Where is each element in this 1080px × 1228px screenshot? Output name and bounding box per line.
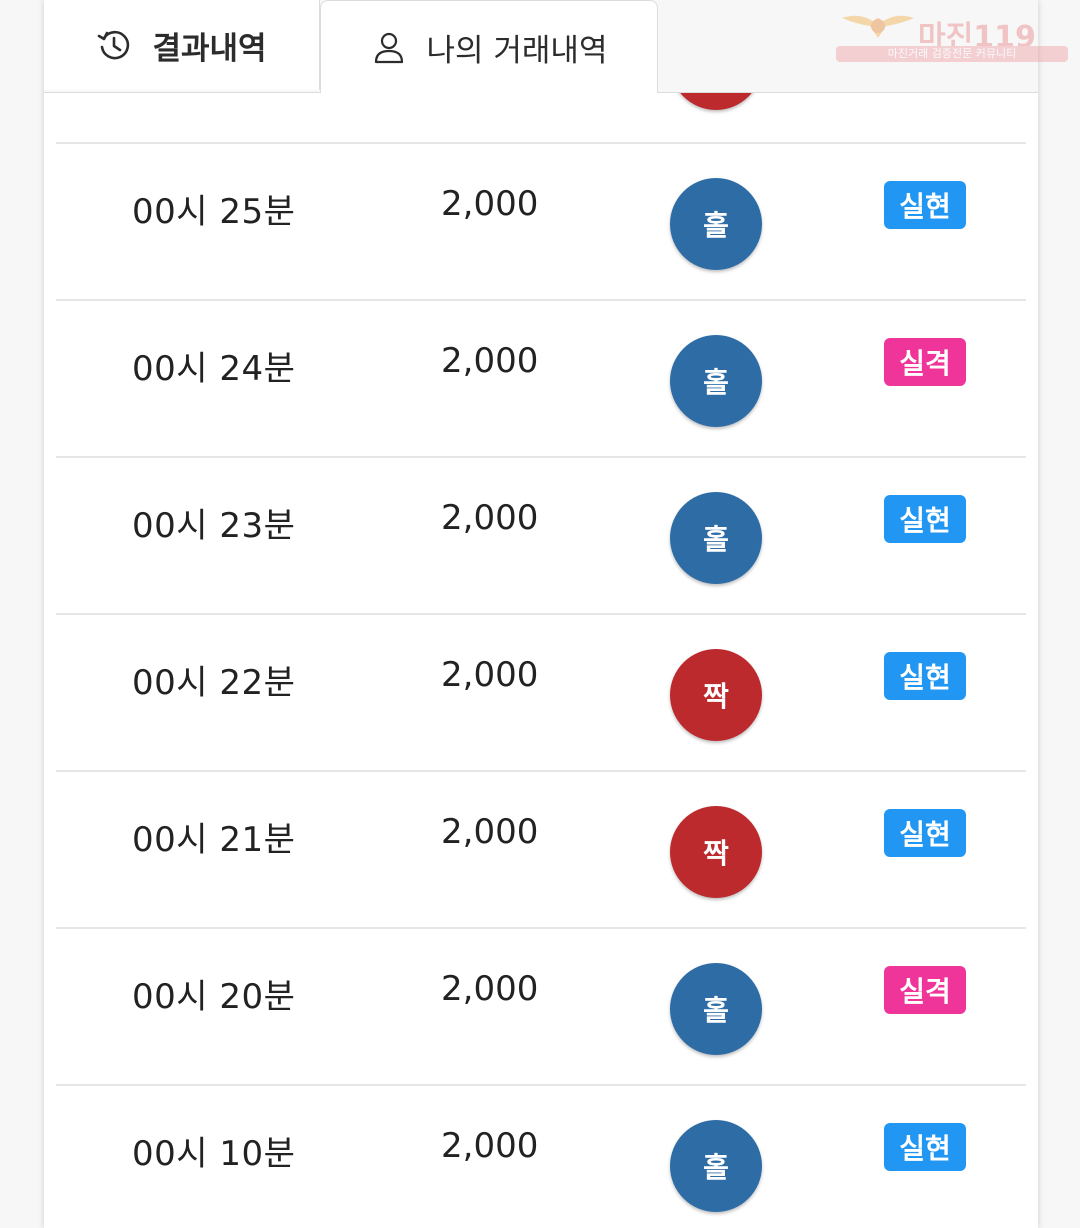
pick-ball: 짝 <box>670 806 762 898</box>
table-row: 00시 22분 2,000 짝 실현 <box>56 615 1026 772</box>
result-badge: 실현 <box>884 181 966 229</box>
trade-amount: 2,000 <box>441 655 539 695</box>
trade-time: 00시 20분 <box>132 977 296 1017</box>
trade-time: 00시 24분 <box>132 349 296 389</box>
result-badge: 실현 <box>884 495 966 543</box>
trade-amount: 2,000 <box>441 812 539 852</box>
table-row: 00시 21분 2,000 짝 실현 <box>56 772 1026 929</box>
result-badge: 실현 <box>884 652 966 700</box>
trade-amount: 2,000 <box>441 1126 539 1166</box>
list-item-partial <box>56 92 1026 144</box>
result-badge: 실격 <box>884 966 966 1014</box>
table-row: 00시 20분 2,000 홀 실격 <box>56 929 1026 1086</box>
trade-time: 00시 23분 <box>132 506 296 546</box>
history-icon <box>98 30 130 60</box>
pick-ball: 홀 <box>670 963 762 1055</box>
tab-results-history[interactable]: 결과내역 <box>44 0 320 90</box>
pick-ball: 홀 <box>670 178 762 270</box>
trade-list: 00시 25분 2,000 홀 실현 00시 24분 2,000 홀 실격 00시 23분 2,0… <box>56 92 1026 1228</box>
tab-results-label: 결과내역 <box>152 30 267 67</box>
result-badge: 실격 <box>884 338 966 386</box>
trade-time: 00시 21분 <box>132 820 296 860</box>
tab-my-trades-label: 나의 거래내역 <box>426 32 608 69</box>
table-row: 00시 25분 2,000 홀 실현 <box>56 144 1026 301</box>
trade-time: 00시 10분 <box>132 1134 296 1174</box>
trade-amount: 2,000 <box>441 341 539 381</box>
user-icon <box>374 32 403 64</box>
table-row: 00시 23분 2,000 홀 실현 <box>56 458 1026 615</box>
watermark-subtitle: 마진거래 검증전문 커뮤니티 <box>836 46 1068 62</box>
pick-ball: 홀 <box>670 1120 762 1212</box>
trade-time: 00시 22분 <box>132 663 296 703</box>
table-row: 00시 24분 2,000 홀 실격 <box>56 301 1026 458</box>
trade-history-card: 결과내역 나의 거래내역 00시 25분 2,000 홀 실현 00시 24분 2,000… <box>44 0 1038 1228</box>
trade-amount: 2,000 <box>441 969 539 1009</box>
table-row: 00시 10분 2,000 홀 실현 <box>56 1086 1026 1228</box>
trade-amount: 2,000 <box>441 498 539 538</box>
trade-amount: 2,000 <box>441 184 539 224</box>
tab-my-trades[interactable]: 나의 거래내역 <box>320 0 658 93</box>
trade-time: 00시 25분 <box>132 192 296 232</box>
eagle-emblem-icon <box>842 15 914 38</box>
pick-ball: 홀 <box>670 492 762 584</box>
result-badge: 실현 <box>884 1123 966 1171</box>
pick-ball <box>670 92 762 110</box>
pick-ball: 짝 <box>670 649 762 741</box>
result-badge: 실현 <box>884 809 966 857</box>
pick-ball: 홀 <box>670 335 762 427</box>
watermark-logo: 마진119 마진거래 검증전문 커뮤니티 <box>836 8 1070 64</box>
